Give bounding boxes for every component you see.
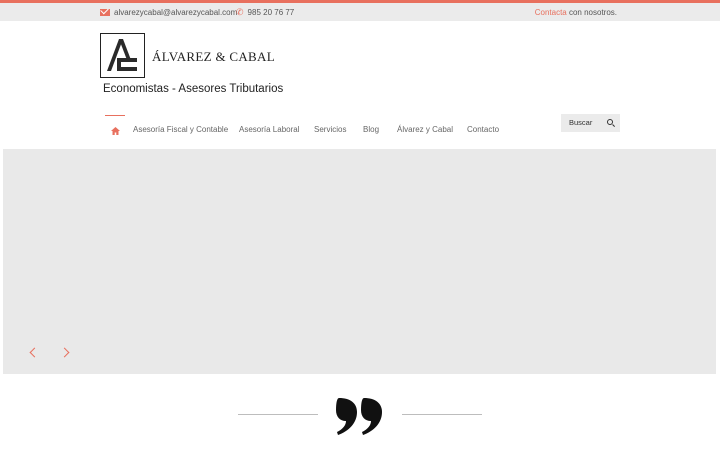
phone-text[interactable]: 985 20 76 77: [248, 8, 295, 17]
chevron-right-icon[interactable]: [59, 347, 70, 358]
contact-rest-text: con nosotros.: [566, 7, 617, 17]
search-icon[interactable]: [607, 119, 613, 125]
nav-item-contacto[interactable]: Contacto: [467, 115, 499, 145]
search-box[interactable]: Buscar: [561, 114, 620, 132]
envelope-icon: [100, 8, 110, 16]
email-text[interactable]: alvarezycabal@alvarezycabal.com: [114, 8, 237, 17]
phone-link[interactable]: ✆ 985 20 76 77: [236, 3, 294, 21]
quote-divider-left: [238, 414, 318, 415]
brand-tagline: Economistas - Asesores Tributarios: [103, 83, 284, 95]
logo[interactable]: [100, 33, 145, 78]
chevron-left-icon[interactable]: [29, 347, 40, 358]
nav-home[interactable]: [105, 115, 125, 145]
nav-item-asesoria-fiscal[interactable]: Asesoría Fiscal y Contable: [133, 115, 228, 145]
logo-mark-icon: [107, 39, 137, 71]
email-link[interactable]: alvarezycabal@alvarezycabal.com: [100, 3, 237, 21]
nav-item-blog[interactable]: Blog: [363, 115, 379, 145]
hero-slider: [3, 149, 716, 374]
quote-divider-right: [402, 414, 482, 415]
phone-icon: ✆: [236, 6, 244, 17]
nav-item-asesoria-laboral[interactable]: Asesoría Laboral: [239, 115, 299, 145]
search-label[interactable]: Buscar: [569, 114, 592, 132]
contact-link[interactable]: Contacta: [535, 8, 567, 17]
nav-item-servicios[interactable]: Servicios: [314, 115, 346, 145]
brand-name[interactable]: ÁLVAREZ & CABAL: [152, 49, 275, 65]
quote-icon: [336, 398, 382, 435]
contact-invite: Contacta con nosotros.: [535, 3, 617, 21]
top-bar: alvarezycabal@alvarezycabal.com ✆ 985 20…: [0, 3, 720, 21]
home-icon: [110, 126, 120, 135]
nav-item-alvarez-y-cabal[interactable]: Álvarez y Cabal: [397, 115, 453, 145]
